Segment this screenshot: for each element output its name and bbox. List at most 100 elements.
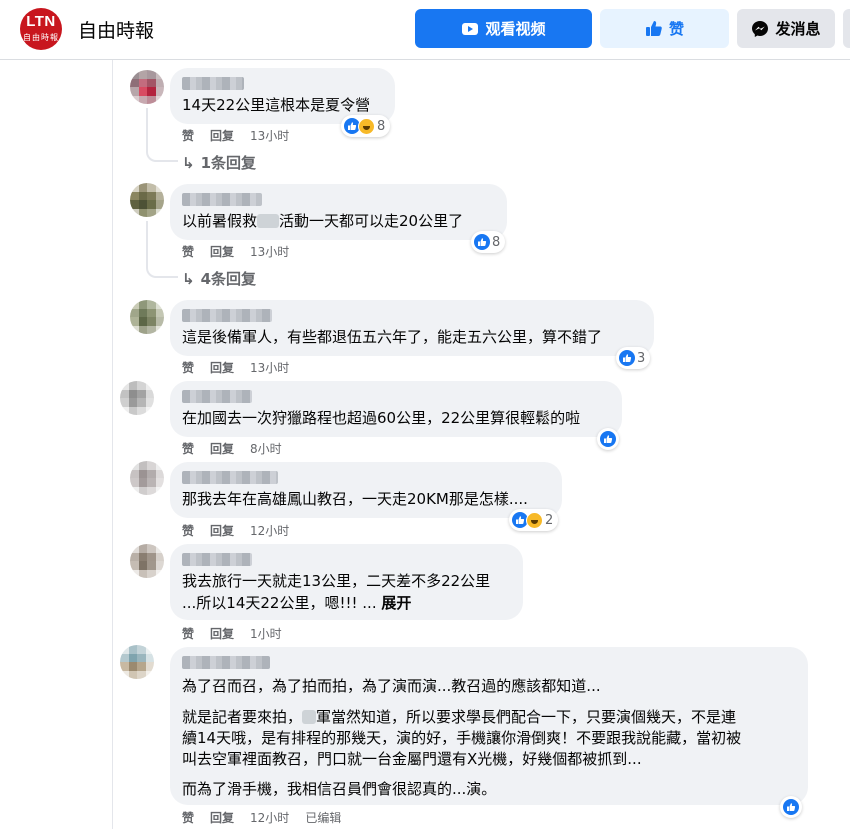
comment-paragraph-line: 叫去空軍裡面教召，門口就一台金屬門還有X光機，好幾個都被抓到... xyxy=(182,750,642,768)
comment-bubble: 為了召而召，為了拍而拍，為了演而演...教召過的應該都知道... 就是記者要來拍… xyxy=(170,647,808,805)
reaction-count: 3 xyxy=(637,350,646,366)
comment-text-line: ...所以14天22公里，嗯!!! ... 展开 xyxy=(182,593,411,613)
haha-reaction-icon xyxy=(526,511,543,529)
reply-button[interactable]: 回复 xyxy=(210,243,234,260)
thread-line xyxy=(146,108,178,162)
logo-subtext: 自由時報 xyxy=(23,33,59,42)
comment-time[interactable]: 13小时 xyxy=(250,359,289,376)
like-comment-button[interactable]: 赞 xyxy=(182,243,194,260)
replies-count: 1条回复 xyxy=(200,154,257,172)
reply-button[interactable]: 回复 xyxy=(210,359,234,376)
redacted-text xyxy=(257,214,280,228)
reply-button[interactable]: 回复 xyxy=(210,809,234,826)
commenter-name-redacted[interactable] xyxy=(182,77,244,90)
like-page-label: 赞 xyxy=(668,20,684,38)
comment-time[interactable]: 13小时 xyxy=(250,243,289,260)
like-comment-button[interactable]: 赞 xyxy=(182,127,194,144)
see-more-link[interactable]: 展开 xyxy=(381,594,411,612)
comment-time[interactable]: 12小时 xyxy=(250,809,289,826)
reply-arrow-icon: ↳ xyxy=(182,153,195,172)
reply-button[interactable]: 回复 xyxy=(210,127,234,144)
comment-text-part: 以前暑假救 xyxy=(182,212,258,230)
view-replies-button[interactable]: ↳ 4条回复 xyxy=(182,268,256,289)
commenter-name-redacted[interactable] xyxy=(182,553,252,566)
avatar[interactable] xyxy=(130,70,164,104)
comment-actions: 赞 回复 8小时 xyxy=(182,440,282,457)
comment-text: 在加國去一次狩獵路程也超過60公里，22公里算很輕鬆的啦 xyxy=(182,409,581,427)
comment-bubble: 那我去年在高雄鳳山教召，一天走20KM那是怎樣.... xyxy=(170,462,562,518)
like-comment-button[interactable]: 赞 xyxy=(182,359,194,376)
avatar[interactable] xyxy=(120,381,154,415)
logo-text: LTN xyxy=(26,13,56,30)
like-reaction-icon xyxy=(600,431,616,447)
comment-bubble: 以前暑假救 活動一天都可以走20公里了 xyxy=(170,184,507,240)
comment-bubble: 在加國去一次狩獵路程也超過60公里，22公里算很輕鬆的啦 xyxy=(170,381,622,437)
reaction-summary[interactable]: 3 xyxy=(616,347,651,369)
reaction-summary[interactable]: 8 xyxy=(341,115,391,137)
like-comment-button[interactable]: 赞 xyxy=(182,625,194,642)
page-name[interactable]: 自由時報 xyxy=(78,16,154,43)
reply-button[interactable]: 回复 xyxy=(210,440,234,457)
comment-actions: 赞 回复 13小时 xyxy=(182,359,289,376)
comment-paragraph-line: 續14天哦，是有排程的那幾天，演的好，手機讓你滑倒爽！不要跟我說能藏，當初被 xyxy=(182,729,742,747)
like-comment-button[interactable]: 赞 xyxy=(182,440,194,457)
reaction-summary[interactable] xyxy=(780,796,802,818)
avatar[interactable] xyxy=(130,300,164,334)
reaction-count: 8 xyxy=(492,234,501,250)
commenter-name-redacted[interactable] xyxy=(182,656,270,669)
watch-video-label: 观看视频 xyxy=(485,20,546,38)
comment-bubble: 我去旅行一天就走13公里，二天差不多22公里 ...所以14天22公里，嗯!!!… xyxy=(170,544,523,620)
commenter-name-redacted[interactable] xyxy=(182,471,278,484)
reply-button[interactable]: 回复 xyxy=(210,522,234,539)
comment-actions: 赞 回复 12小时 已编辑 xyxy=(182,809,341,826)
send-message-button[interactable]: 发消息 xyxy=(737,9,835,48)
avatar[interactable] xyxy=(120,645,154,679)
comment-time[interactable]: 12小时 xyxy=(250,522,289,539)
like-reaction-icon xyxy=(474,234,490,250)
haha-reaction-icon xyxy=(358,117,375,135)
reply-arrow-icon: ↳ xyxy=(182,269,195,288)
comment-text-part: 就是記者要來拍， xyxy=(182,708,303,726)
comment-text-part: ...所以14天22公里，嗯!!! ... xyxy=(182,594,377,612)
reaction-summary[interactable] xyxy=(597,428,619,450)
comments-section: 14天22公里這根本是夏令營 8 赞 回复 13小时 ↳ 1条回复 以前暑假救 活… xyxy=(112,60,850,829)
comment-actions: 赞 回复 12小时 xyxy=(182,522,289,539)
reaction-summary[interactable]: 2 xyxy=(509,509,559,531)
commenter-name-redacted[interactable] xyxy=(182,309,272,322)
commenter-name-redacted[interactable] xyxy=(182,390,252,403)
avatar[interactable] xyxy=(130,544,164,578)
comment-paragraph: 為了召而召，為了拍而拍，為了演而演...教召過的應該都知道... xyxy=(182,677,601,695)
video-icon xyxy=(462,22,479,35)
like-reaction-icon xyxy=(783,799,799,815)
more-options-button[interactable] xyxy=(843,9,850,48)
replies-count: 4条回复 xyxy=(200,270,257,288)
send-message-label: 发消息 xyxy=(775,20,821,38)
comment-text: 那我去年在高雄鳳山教召，一天走20KM那是怎樣.... xyxy=(182,490,528,508)
reply-button[interactable]: 回复 xyxy=(210,625,234,642)
page-header: LTN 自由時報 自由時報 观看视频 赞 发消息 xyxy=(0,0,850,60)
avatar[interactable] xyxy=(130,461,164,495)
like-page-button[interactable]: 赞 xyxy=(600,9,729,48)
comment-text-part: 活動一天都可以走20公里了 xyxy=(279,212,464,230)
like-comment-button[interactable]: 赞 xyxy=(182,522,194,539)
commenter-name-redacted[interactable] xyxy=(182,193,262,206)
thumbs-up-icon xyxy=(645,21,662,36)
avatar[interactable] xyxy=(130,183,164,217)
comment-bubble: 這是後備軍人，有些都退伍五六年了，能走五六公里，算不錯了 xyxy=(170,300,654,356)
comment-actions: 赞 回复 1小时 xyxy=(182,625,282,642)
view-replies-button[interactable]: ↳ 1条回复 xyxy=(182,152,256,173)
comment-actions: 赞 回复 13小时 xyxy=(182,243,289,260)
like-comment-button[interactable]: 赞 xyxy=(182,809,194,826)
comment-time[interactable]: 13小时 xyxy=(250,127,289,144)
comment-paragraph: 而為了滑手機，我相信召員們會很認真的...演。 xyxy=(182,780,497,798)
edited-label: 已编辑 xyxy=(305,811,342,825)
page-logo[interactable]: LTN 自由時報 xyxy=(20,8,62,50)
comment-text-line: 我去旅行一天就走13公里，二天差不多22公里 xyxy=(182,572,491,590)
reaction-summary[interactable]: 8 xyxy=(471,231,506,253)
like-reaction-icon xyxy=(619,350,635,366)
comment-time[interactable]: 1小时 xyxy=(250,625,282,642)
comment-text-part: 軍當然知道，所以要求學長們配合一下，只要演個幾天，不是連 xyxy=(316,708,737,726)
watch-video-button[interactable]: 观看视频 xyxy=(415,9,592,48)
comment-time[interactable]: 8小时 xyxy=(250,440,282,457)
messenger-icon xyxy=(752,20,769,37)
